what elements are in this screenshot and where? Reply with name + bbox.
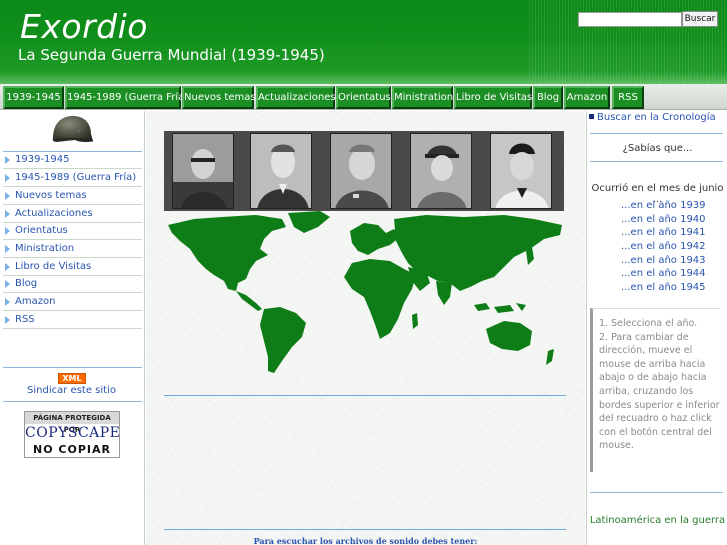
triangle-bullet-icon [5,156,10,164]
sidebar-item-libro-de-visitas[interactable]: Libro de Visitas [3,259,142,276]
sidebar-item-amazon[interactable]: Amazon [3,294,142,311]
latin-america-link[interactable]: Latinoamérica en la guerra [587,515,727,526]
nav-tab-blog[interactable]: Blog [533,86,563,109]
nav-tab-1939-1945[interactable]: 1939-1945 [3,86,64,109]
nav-tab-actualizaciones[interactable]: Actualizaciones [256,86,336,109]
sidebar-item-rss[interactable]: RSS [3,312,142,329]
site-subtitle: La Segunda Guerra Mundial (1939-1945) [18,46,325,64]
triangle-bullet-icon [5,192,10,200]
search-chronology-link[interactable]: Buscar en la Cronología [589,111,726,124]
year-link-1941[interactable]: ...en el año 1941 [621,227,706,238]
world-map[interactable] [164,211,568,379]
triangle-bullet-icon [5,227,10,235]
year-link-1942[interactable]: ...en el año 1942 [621,241,706,252]
search-button[interactable]: Buscar [682,11,718,27]
sidebar-item-orientatus[interactable]: Orientatus [3,223,142,240]
right-sidebar: Buscar en la Cronología ¿Sabías que... O… [586,111,727,545]
syndicate-link[interactable]: Sindicar este sitio [0,385,143,396]
main-content: Para escuchar los archivos de sonido deb… [146,111,585,545]
portrait-photo[interactable] [172,133,234,209]
year-link-1939[interactable]: ...en el año 1939 [621,200,706,211]
content-divider [164,395,566,396]
left-sidebar: 1939-1945 1945-1989 (Guerra Fría) Nuevos… [0,111,145,545]
sidebar-divider [3,401,142,402]
site-header: Exordio La Segunda Guerra Mundial (1939-… [0,0,727,84]
nav-tab-amazon[interactable]: Amazon [564,86,610,109]
triangle-bullet-icon [5,263,10,271]
year-link-1945[interactable]: ...en el año 1945 [621,282,706,293]
sidebar-item-1939-1945[interactable]: 1939-1945 [3,152,142,169]
nav-tab-nuevos-temas[interactable]: Nuevos temas [182,86,256,109]
portrait-photo[interactable] [410,133,472,209]
content-divider [164,529,566,530]
sidebar-item-guerra-fria[interactable]: 1945-1989 (Guerra Fría) [3,170,142,187]
nav-tab-rss[interactable]: RSS [612,86,644,109]
triangle-bullet-icon [5,174,10,182]
sidebar-divider [590,133,723,134]
audio-requirements-note: Para escuchar los archivos de sonido deb… [253,536,478,545]
portrait-photo[interactable] [330,133,392,209]
sidebar-item-nuevos-temas[interactable]: Nuevos temas [3,188,142,205]
year-link-1944[interactable]: ...en el año 1944 [621,268,706,279]
xml-feed-badge[interactable]: XML [58,373,86,384]
sidebar-divider [590,161,723,162]
triangle-bullet-icon [5,316,10,324]
year-link-1940[interactable]: ...en el año 1940 [621,214,706,225]
sidebar-divider [590,492,723,493]
sidebar-item-blog[interactable]: Blog [3,276,142,293]
sidebar-divider [3,367,142,368]
sidebar-item-ministration[interactable]: Ministration [3,241,142,258]
copyscape-warning: NO COPIAR [25,442,119,457]
site-title[interactable]: Exordio [20,7,148,46]
sidebar-item-actualizaciones[interactable]: Actualizaciones [3,206,142,223]
helmet-icon [52,116,94,143]
nav-tab-ministration[interactable]: Ministration [392,86,453,109]
did-you-know-heading: ¿Sabías que... [622,143,693,154]
scroller-instructions: 1. Selecciona el año. 2. Para cambiar de… [590,308,720,472]
portrait-photo[interactable] [490,133,552,209]
triangle-bullet-icon [5,245,10,253]
year-link-1943[interactable]: ...en el año 1943 [621,255,706,266]
triangle-bullet-icon [5,298,10,306]
copyscape-badge[interactable]: PÁGINA PROTEGIDA POR COPYSCAPE NO COPIAR [24,411,120,458]
search-input[interactable] [578,12,682,27]
main-nav: 1939-1945 1945-1989 (Guerra Fría) Nuevos… [0,84,727,110]
triangle-bullet-icon [5,280,10,288]
copyscape-caption: PÁGINA PROTEGIDA POR [25,412,119,434]
square-bullet-icon [589,114,594,119]
portrait-photo[interactable] [250,133,312,209]
portrait-strip [164,131,564,211]
nav-tab-guerra-fria[interactable]: 1945-1989 (Guerra Fría) [65,86,188,109]
nav-tab-libro-de-visitas[interactable]: Libro de Visitas [454,86,532,109]
triangle-bullet-icon [5,210,10,218]
copyscape-brand: COPYSCAPE [25,425,121,441]
nav-tab-orientatus[interactable]: Orientatus [336,86,391,109]
